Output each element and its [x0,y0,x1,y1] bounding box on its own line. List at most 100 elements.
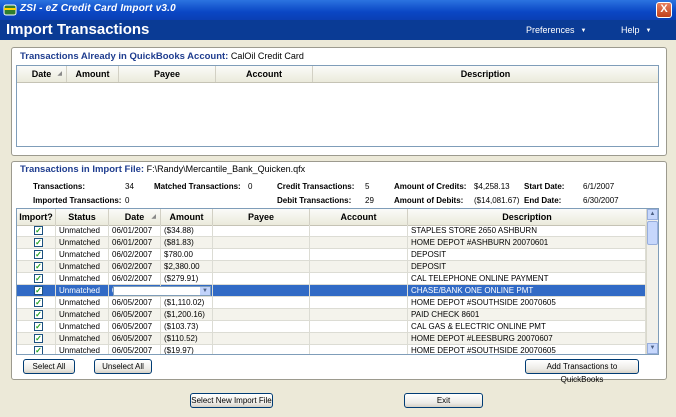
app-icon [3,4,17,16]
import-checkbox-cell: ✓ [17,237,56,249]
add-to-quickbooks-button[interactable]: Add Transactions to QuickBooks [525,359,639,384]
table-row[interactable]: ✓ Unmatched 06/02/2007 ($279.91) CAL TELEPHO… [17,273,646,285]
cell-date: 06/02/2007 [109,249,161,261]
import-checkbox-cell: ✓ [17,333,56,345]
select-new-import-file-button[interactable]: Select New Import File [190,393,273,408]
menu-help-label: Help [621,25,640,35]
cell-amount: ($81.83) [161,237,213,249]
table-row[interactable]: ✓ Unmatched 06/05/2007 ($103.73) CAL GAS & E… [17,321,646,333]
cell-account [310,309,408,321]
qb-transactions-grid[interactable]: Date ◢ Amount Payee Account Description [16,65,659,147]
stat-debits-amount-value: ($14,081.67) [474,196,520,205]
import-checkbox-cell: ✓ [17,321,56,333]
col-account[interactable]: Account [310,209,408,225]
stat-debits-amount-label: Amount of Debits: [394,196,464,205]
scroll-thumb[interactable] [647,221,658,245]
cell-amount: ($103.73) [161,321,213,333]
checkmark-icon[interactable]: ✓ [34,286,43,295]
cell-amount: ($110.52) [161,333,213,345]
col-status-label: Status [68,212,96,222]
menu-help[interactable]: Help ▼ [621,25,651,35]
qb-section-title: Transactions Already in QuickBooks Accou… [20,51,304,62]
col-payee[interactable]: Payee [213,209,310,225]
import-section-label: Transactions in Import File: [20,164,145,175]
cell-description: STAPLES STORE 2650 ASHBURN [408,225,646,237]
sort-icon: ◢ [57,71,62,77]
cell-amount: ($1,110.02) [161,297,213,309]
qb-col-date-label: Date [31,69,52,79]
qb-col-amount[interactable]: Amount [67,66,119,82]
checkmark-icon[interactable]: ✓ [34,298,43,307]
qb-account-name: CalOil Credit Card [230,51,304,61]
table-row[interactable]: ✓ Unmatched 06/05/2007 ($19.97) HOME DEPOT #… [17,345,646,354]
cell-status: Unmatched [56,285,109,297]
col-amount[interactable]: Amount [161,209,213,225]
table-row[interactable]: ✓ Unmatched 06/01/2007 ($34.88) STAPLES STOR… [17,225,646,237]
qb-col-payee[interactable]: Payee [119,66,216,82]
stat-debits-amount: Amount of Debits: [394,196,463,205]
checkmark-icon[interactable]: ✓ [34,346,43,354]
col-status[interactable]: Status [56,209,109,225]
stat-transactions-label: Transactions: [33,182,86,191]
qb-grid-header: Date ◢ Amount Payee Account Description [17,66,658,83]
cell-status: Unmatched [56,225,109,237]
import-checkbox-cell: ✓ [17,261,56,273]
cell-status: Unmatched [56,273,109,285]
vertical-scrollbar[interactable]: ▲ ▼ [646,209,658,354]
stat-credit: Credit Transactions: [277,182,354,191]
qb-col-date[interactable]: Date ◢ [17,66,67,82]
unselect-all-button[interactable]: Unselect All [94,359,152,374]
table-row[interactable]: ✓ Unmatched 06/01/2007 ($81.83) HOME DEPOT #… [17,237,646,249]
cell-date: 06/05/2007 [109,345,161,354]
cell-account [310,261,408,273]
cell-description: PAID CHECK 8601 [408,309,646,321]
select-all-button[interactable]: Select All [23,359,75,374]
import-transactions-grid[interactable]: Import? Status Date ◢ Amount Payee Accoun… [16,208,659,355]
checkmark-icon[interactable]: ✓ [34,322,43,331]
stat-end-date-label: End Date: [524,196,562,205]
account-dropdown[interactable]: ▼ [113,286,211,296]
close-button[interactable]: X [656,2,672,18]
chevron-down-icon[interactable]: ▼ [200,287,210,295]
checkmark-icon[interactable]: ✓ [34,226,43,235]
checkmark-icon[interactable]: ✓ [34,334,43,343]
menu-preferences[interactable]: Preferences ▼ [526,25,586,35]
cell-description: CAL TELEPHONE ONLINE PAYMENT [408,273,646,285]
scroll-up-icon[interactable]: ▲ [647,209,658,220]
checkmark-icon[interactable]: ✓ [34,238,43,247]
checkmark-icon[interactable]: ✓ [34,250,43,259]
cell-amount: ($19.97) [161,345,213,354]
table-row[interactable]: ✓ Unmatched 06/05/2007 ($1,110.02) HOME DEPO… [17,297,646,309]
col-date[interactable]: Date ◢ [109,209,161,225]
stat-imported-value: 0 [125,196,130,205]
cell-status: Unmatched [56,261,109,273]
checkmark-icon[interactable]: ✓ [34,310,43,319]
exit-button[interactable]: Exit [404,393,483,408]
col-description-label: Description [502,212,552,222]
col-import[interactable]: Import? [17,209,56,225]
cell-description: DEPOSIT [408,249,646,261]
cell-status: Unmatched [56,249,109,261]
stat-transactions: Transactions: [33,182,85,191]
table-row[interactable]: ✓ Unmatched 06/02/2007 $2,380.00 DEPOSIT [17,261,646,273]
table-row[interactable]: ✓ Unmatched 06/05/2007 ($110.52) HOME DEPOT … [17,333,646,345]
stat-debit-label: Debit Transactions: [277,196,352,205]
qb-section-label: Transactions Already in QuickBooks Accou… [20,51,229,62]
cell-amount: $780.00 [161,249,213,261]
table-row[interactable]: ✓ Unmatched 06/05/2007 ($1,200.16) PAID CHEC… [17,309,646,321]
qb-col-account[interactable]: Account [216,66,313,82]
cell-status: Unmatched [56,321,109,333]
qb-col-description-label: Description [460,69,511,79]
checkmark-icon[interactable]: ✓ [34,262,43,271]
table-row[interactable]: ✓ Unmatched 06/02/2007 $780.00 DEPOSIT [17,249,646,261]
col-description[interactable]: Description [408,209,646,225]
table-row[interactable]: ✓Unmatched06/04/2007($3,380.06)CHASE/BAN… [17,285,646,297]
cell-payee [213,249,310,261]
cell-account [310,237,408,249]
col-date-label: Date [124,212,145,222]
checkmark-icon[interactable]: ✓ [34,274,43,283]
qb-col-description[interactable]: Description [313,66,658,82]
cell-status: Unmatched [56,309,109,321]
scroll-down-icon[interactable]: ▼ [647,343,658,354]
sort-icon: ◢ [151,214,156,220]
